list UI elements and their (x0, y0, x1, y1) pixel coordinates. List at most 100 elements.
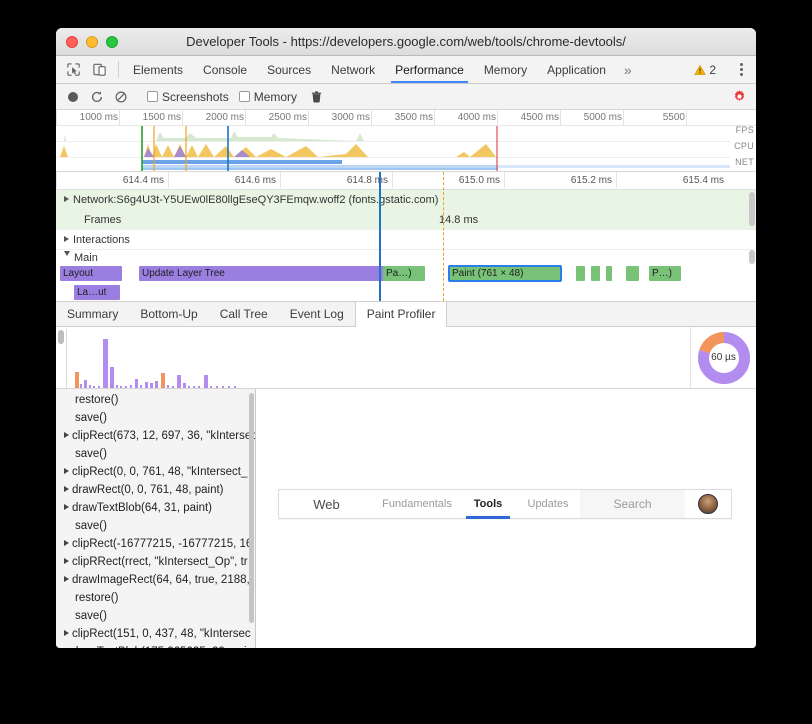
overview-tick-3: 2000 ms (205, 112, 244, 123)
devtools-tabs: Elements Console Sources Network Perform… (123, 56, 640, 83)
list-item[interactable]: restore() (56, 589, 255, 607)
flamechart-panel[interactable]: 614.4 ms 614.6 ms 614.8 ms 615.0 ms 615.… (56, 172, 756, 302)
track-frames[interactable]: Frames 14.8 ms (56, 210, 756, 230)
tab-sources[interactable]: Sources (257, 56, 321, 83)
paint-marker-line (443, 172, 444, 301)
capture-settings-icon[interactable] (728, 87, 750, 107)
flame-event[interactable] (626, 266, 639, 281)
tab-elements[interactable]: Elements (123, 56, 193, 83)
paint-chart-scrollbar[interactable] (58, 330, 64, 344)
flame-tick-3: 615.0 ms (458, 175, 500, 186)
flame-tick-2: 614.8 ms (346, 175, 388, 186)
track-main[interactable]: Main (56, 250, 756, 266)
list-item[interactable]: drawRect(0, 0, 761, 48, paint) (56, 481, 255, 499)
paint-command-list[interactable]: restore() save() clipRect(673, 12, 697, … (56, 389, 256, 648)
track-interactions[interactable]: Interactions (56, 230, 756, 250)
expand-arrow-icon[interactable] (64, 540, 69, 546)
overview-graphs (56, 126, 730, 171)
nav-search-field[interactable]: Search (580, 490, 685, 518)
list-item[interactable]: save() (56, 607, 255, 625)
tab-memory[interactable]: Memory (474, 56, 537, 83)
record-button[interactable] (62, 87, 84, 107)
expand-arrow-icon[interactable] (64, 558, 69, 564)
flamechart-scrollbar-thumb[interactable] (749, 250, 755, 264)
overview-tracks[interactable]: FPS CPU NET (56, 125, 756, 171)
paint-preview-pane: Web Fundamentals Tools Updates Search (256, 389, 756, 648)
nav-item-fundamentals[interactable]: Fundamentals (374, 490, 460, 518)
flame-event[interactable]: P…) (649, 266, 681, 281)
list-item[interactable]: clipRRect(rrect, "kIntersect_Op", tr (56, 553, 255, 571)
flame-event[interactable]: Update Layer Tree (139, 266, 424, 281)
drawer-tab-event-log[interactable]: Event Log (279, 302, 355, 326)
tabstrip-right-group: 2 (690, 56, 756, 83)
nav-item-updates[interactable]: Updates (516, 490, 580, 518)
flame-event-selected[interactable]: Paint (761 × 48) (448, 265, 562, 282)
list-item[interactable]: save() (56, 517, 255, 535)
nav-item-web[interactable]: Web (279, 490, 374, 518)
collapse-arrow-icon[interactable] (64, 251, 70, 259)
drawer-tab-summary[interactable]: Summary (56, 302, 129, 326)
list-item[interactable]: clipRect(0, 0, 761, 48, "kIntersect_ (56, 463, 255, 481)
memory-label: Memory (253, 89, 298, 104)
flame-event[interactable] (591, 266, 600, 281)
tab-console[interactable]: Console (193, 56, 257, 83)
toolbar-divider (118, 61, 119, 78)
command-list-scrollbar[interactable] (249, 393, 254, 623)
paint-profiler-chart[interactable]: 60 µs (56, 327, 756, 389)
list-item[interactable]: clipRect(673, 12, 697, 36, "kIntersect (56, 427, 255, 445)
flame-event[interactable] (576, 266, 585, 281)
flame-event[interactable]: La…ut (74, 285, 120, 300)
list-item[interactable]: save() (56, 409, 255, 427)
list-item[interactable]: save() (56, 445, 255, 463)
memory-checkbox-box[interactable] (238, 91, 250, 102)
expand-arrow-icon[interactable] (64, 486, 69, 492)
list-item[interactable]: restore() (56, 391, 255, 409)
list-item[interactable]: clipRect(-16777215, -16777215, 16 (56, 535, 255, 553)
window-titlebar: Developer Tools - https://developers.goo… (56, 28, 756, 56)
expand-arrow-icon[interactable] (64, 432, 69, 438)
warning-badge[interactable]: 2 (690, 63, 720, 77)
screenshots-checkbox-box[interactable] (147, 91, 158, 102)
timeline-overview[interactable]: 500 ms 1000 ms 1500 ms 2000 ms 2500 ms 3… (56, 110, 756, 172)
track-interactions-label: Interactions (64, 230, 130, 250)
flame-tick-0: 614.4 ms (122, 175, 164, 186)
drawer-tab-bottom-up[interactable]: Bottom-Up (129, 302, 208, 326)
collect-garbage-icon[interactable] (305, 87, 327, 107)
kebab-menu-icon[interactable] (733, 63, 750, 76)
list-item[interactable]: drawImageRect(64, 64, true, 2188, (56, 571, 255, 589)
device-toolbar-icon[interactable] (88, 60, 110, 80)
expand-arrow-icon[interactable] (64, 236, 69, 242)
flame-event[interactable] (606, 266, 612, 281)
paint-command-bars[interactable] (66, 329, 690, 388)
expand-arrow-icon[interactable] (64, 576, 69, 582)
list-item[interactable]: drawTextBlob(175.265625, 29, pai (56, 643, 255, 648)
flame-event[interactable]: Layout (60, 266, 122, 281)
list-item[interactable]: clipRect(151, 0, 437, 48, "kIntersec (56, 625, 255, 643)
tab-performance[interactable]: Performance (385, 56, 474, 83)
overview-label-cpu: CPU (734, 141, 754, 151)
overview-tick-7: 4000 ms (457, 112, 496, 123)
clear-recording-icon[interactable] (110, 87, 132, 107)
tab-network[interactable]: Network (321, 56, 385, 83)
reload-and-record-icon[interactable] (86, 87, 108, 107)
screenshots-checkbox[interactable]: Screenshots (145, 90, 235, 104)
rendered-navbar: Web Fundamentals Tools Updates Search (278, 489, 732, 519)
drawer-tab-paint-profiler[interactable]: Paint Profiler (354, 302, 448, 327)
expand-arrow-icon[interactable] (64, 196, 69, 202)
flamechart-scrollbar[interactable] (749, 192, 755, 226)
performance-record-toolbar: Screenshots Memory (56, 84, 756, 110)
avatar[interactable] (685, 490, 731, 518)
tab-application[interactable]: Application (537, 56, 616, 83)
nav-item-tools[interactable]: Tools (460, 490, 516, 519)
main-flame-rows[interactable]: Layout La…ut Update Layer Tree Pa…) Pain… (56, 265, 756, 301)
expand-arrow-icon[interactable] (64, 630, 69, 636)
expand-arrow-icon[interactable] (64, 504, 69, 510)
track-network[interactable]: Network:S6g4U3t-Y5UEw0lE80llgEseQY3FEmqw… (56, 190, 756, 210)
flame-event[interactable]: Pa…) (383, 266, 425, 281)
list-item[interactable]: drawTextBlob(64, 31, paint) (56, 499, 255, 517)
inspect-element-icon[interactable] (62, 60, 84, 80)
drawer-tab-call-tree[interactable]: Call Tree (209, 302, 279, 326)
expand-arrow-icon[interactable] (64, 468, 69, 474)
memory-checkbox[interactable]: Memory (237, 90, 303, 104)
more-tabs-button[interactable]: » (616, 56, 640, 83)
